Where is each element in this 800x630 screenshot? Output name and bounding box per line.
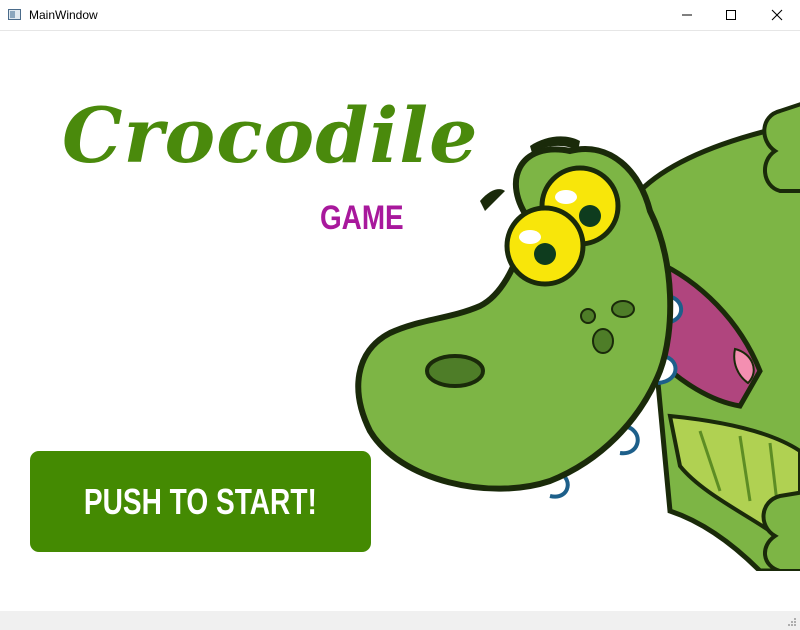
resize-grip-icon[interactable]: [787, 617, 797, 627]
maximize-button[interactable]: [708, 0, 754, 30]
window-title: MainWindow: [29, 8, 98, 22]
minimize-icon: [682, 14, 692, 16]
start-button-label: PUSH TO START!: [84, 480, 317, 522]
app-window-icon: [8, 9, 21, 20]
close-button[interactable]: [754, 0, 800, 30]
start-game-button[interactable]: PUSH TO START!: [30, 451, 371, 552]
minimize-button[interactable]: [664, 0, 710, 30]
crocodile-illustration: [355, 102, 800, 571]
close-icon: [771, 9, 783, 21]
title-bar: MainWindow: [0, 0, 800, 31]
status-bar: [0, 611, 800, 630]
game-start-screen: Crocodile GAME PUSH TO START!: [0, 31, 800, 611]
maximize-icon: [726, 10, 736, 20]
